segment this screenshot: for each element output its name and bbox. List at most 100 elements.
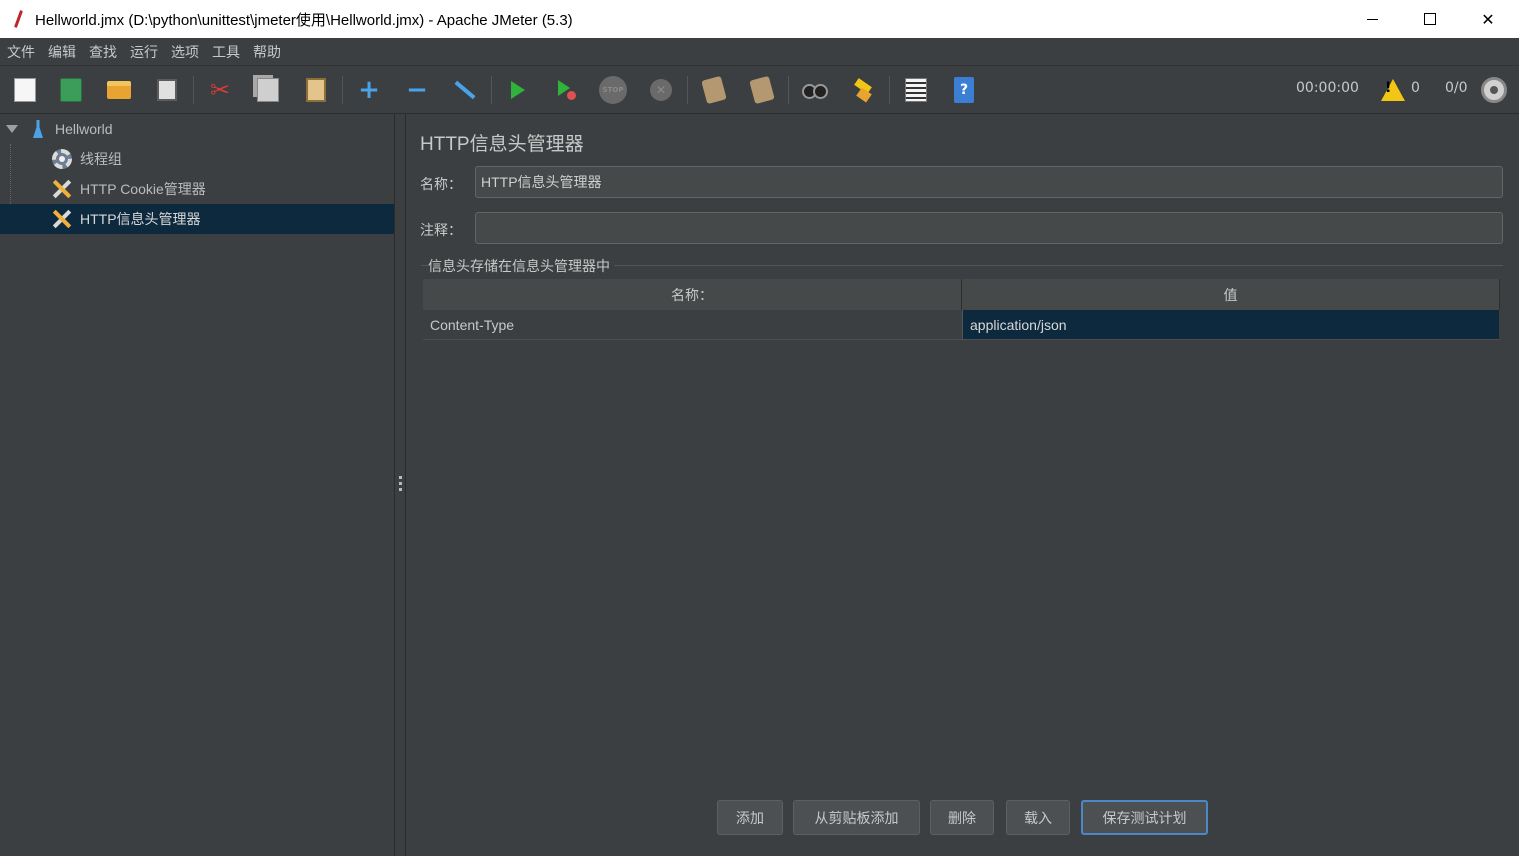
active-threads: 0/0 (1445, 80, 1468, 96)
reset-search-button[interactable] (848, 75, 878, 105)
clear-all-button[interactable] (747, 75, 777, 105)
add-button[interactable]: 添加 (717, 800, 783, 835)
function-helper-button[interactable] (901, 75, 931, 105)
open-icon (107, 81, 131, 99)
thread-group-gear-icon (51, 148, 73, 170)
page-title: HTTP信息头管理器 (420, 134, 584, 155)
cut-icon: ✂ (209, 76, 231, 104)
table-cell-value[interactable]: application/json (962, 310, 1499, 340)
menu-run[interactable]: 运行 (130, 42, 158, 62)
clear-button[interactable] (699, 75, 729, 105)
comment-field[interactable] (475, 212, 1503, 244)
toolbar-separator (193, 76, 194, 104)
column-header-name[interactable]: 名称： (423, 279, 962, 310)
delete-button[interactable]: 删除 (930, 800, 994, 835)
menu-file[interactable]: 文件 (7, 42, 35, 62)
new-icon (14, 78, 36, 102)
menu-help[interactable]: 帮助 (253, 42, 281, 62)
tree-node-label: 线程组 (80, 151, 122, 167)
clear-all-icon (749, 75, 775, 105)
toolbar-separator (687, 76, 688, 104)
stop-button[interactable]: STOP (598, 75, 628, 105)
cut-button[interactable]: ✂ (205, 75, 235, 105)
expand-arrow-icon[interactable] (6, 125, 18, 133)
toolbar-separator (491, 76, 492, 104)
minimize-icon (1366, 18, 1378, 20)
copy-icon (257, 78, 279, 102)
tree-node-label: Hellworld (55, 121, 113, 137)
reset-search-icon (852, 78, 874, 102)
comment-label: 注释： (420, 223, 462, 239)
toolbar-separator (889, 76, 890, 104)
drag-handle-icon[interactable] (399, 476, 402, 492)
search-button[interactable] (800, 75, 830, 105)
save-button[interactable] (152, 75, 182, 105)
table-cell-name[interactable]: Content-Type (423, 310, 962, 340)
maximize-button[interactable] (1401, 0, 1459, 38)
toggle-button[interactable] (450, 75, 480, 105)
remote-engines-icon (1481, 77, 1507, 103)
start-no-timers-icon (556, 80, 576, 100)
config-tools-icon (51, 208, 73, 230)
templates-icon (60, 78, 82, 102)
menu-search[interactable]: 查找 (89, 42, 117, 62)
toggle-icon (454, 80, 476, 100)
toolbar-separator (788, 76, 789, 104)
menu-edit[interactable]: 编辑 (48, 42, 76, 62)
shutdown-icon: ✕ (650, 79, 672, 101)
collapse-button[interactable]: − (402, 75, 432, 105)
tree-node-cookie-manager[interactable]: HTTP Cookie管理器 (0, 174, 394, 204)
minimize-button[interactable] (1343, 0, 1401, 38)
clear-icon (701, 75, 727, 105)
start-no-timers-button[interactable] (551, 75, 581, 105)
tree-node-label: HTTP信息头管理器 (80, 211, 201, 227)
maximize-icon (1424, 13, 1436, 25)
paste-icon (306, 78, 326, 102)
group-title: 信息头存储在信息头管理器中 (428, 256, 614, 276)
elapsed-time: 00:00:00 (1296, 80, 1359, 96)
expand-icon: + (358, 75, 380, 105)
start-button[interactable] (503, 75, 533, 105)
column-header-value[interactable]: 值 (962, 279, 1500, 310)
jmeter-feather-icon (12, 10, 26, 28)
shutdown-button[interactable]: ✕ (646, 75, 676, 105)
menu-options[interactable]: 选项 (171, 42, 199, 62)
title-bar: Hellworld.jmx (D:\python\unittest\jmeter… (0, 0, 1519, 38)
tree-node-label: HTTP Cookie管理器 (80, 181, 206, 197)
stop-icon: STOP (599, 76, 627, 104)
menu-bar: 文件 编辑 查找 运行 选项 工具 帮助 (0, 38, 1519, 66)
name-label: 名称： (420, 177, 462, 193)
toolbar: ✂ + − STOP ✕ ? 00:00:00 0 0/0 (0, 66, 1519, 114)
new-button[interactable] (10, 75, 40, 105)
name-field[interactable]: HTTP信息头管理器 (475, 166, 1503, 198)
function-helper-icon (905, 78, 927, 102)
remote-engines-button[interactable] (1479, 75, 1509, 105)
help-button[interactable]: ? (949, 75, 979, 105)
warning-indicator[interactable] (1378, 75, 1408, 105)
toolbar-separator (342, 76, 343, 104)
close-button[interactable]: ✕ (1459, 0, 1517, 38)
copy-button[interactable] (253, 75, 283, 105)
templates-button[interactable] (56, 75, 86, 105)
save-test-plan-button[interactable]: 保存测试计划 (1081, 800, 1208, 835)
test-plan-tree: Hellworld 线程组 HTTP Cookie管理器 HTTP信息头管理器 (0, 114, 395, 856)
window-title: Hellworld.jmx (D:\python\unittest\jmeter… (35, 11, 573, 29)
header-manager-panel: HTTP信息头管理器 名称： HTTP信息头管理器 注释： 信息头存储在信息头管… (407, 114, 1519, 856)
tree-node-header-manager[interactable]: HTTP信息头管理器 (0, 204, 394, 234)
collapse-icon: − (406, 75, 428, 105)
config-tools-icon (51, 178, 73, 200)
expand-button[interactable]: + (354, 75, 384, 105)
warning-mark: ! (1385, 80, 1392, 96)
load-button[interactable]: 载入 (1006, 800, 1070, 835)
test-plan-icon (27, 118, 49, 140)
tree-node-root[interactable]: Hellworld (0, 114, 394, 144)
add-from-clipboard-button[interactable]: 从剪贴板添加 (793, 800, 920, 835)
warning-count: 0 (1411, 80, 1420, 96)
paste-button[interactable] (301, 75, 331, 105)
menu-tools[interactable]: 工具 (212, 42, 240, 62)
search-icon (802, 82, 828, 99)
open-button[interactable] (104, 75, 134, 105)
tree-node-thread-group[interactable]: 线程组 (0, 144, 394, 174)
close-icon: ✕ (1481, 9, 1495, 29)
save-icon (157, 79, 177, 101)
